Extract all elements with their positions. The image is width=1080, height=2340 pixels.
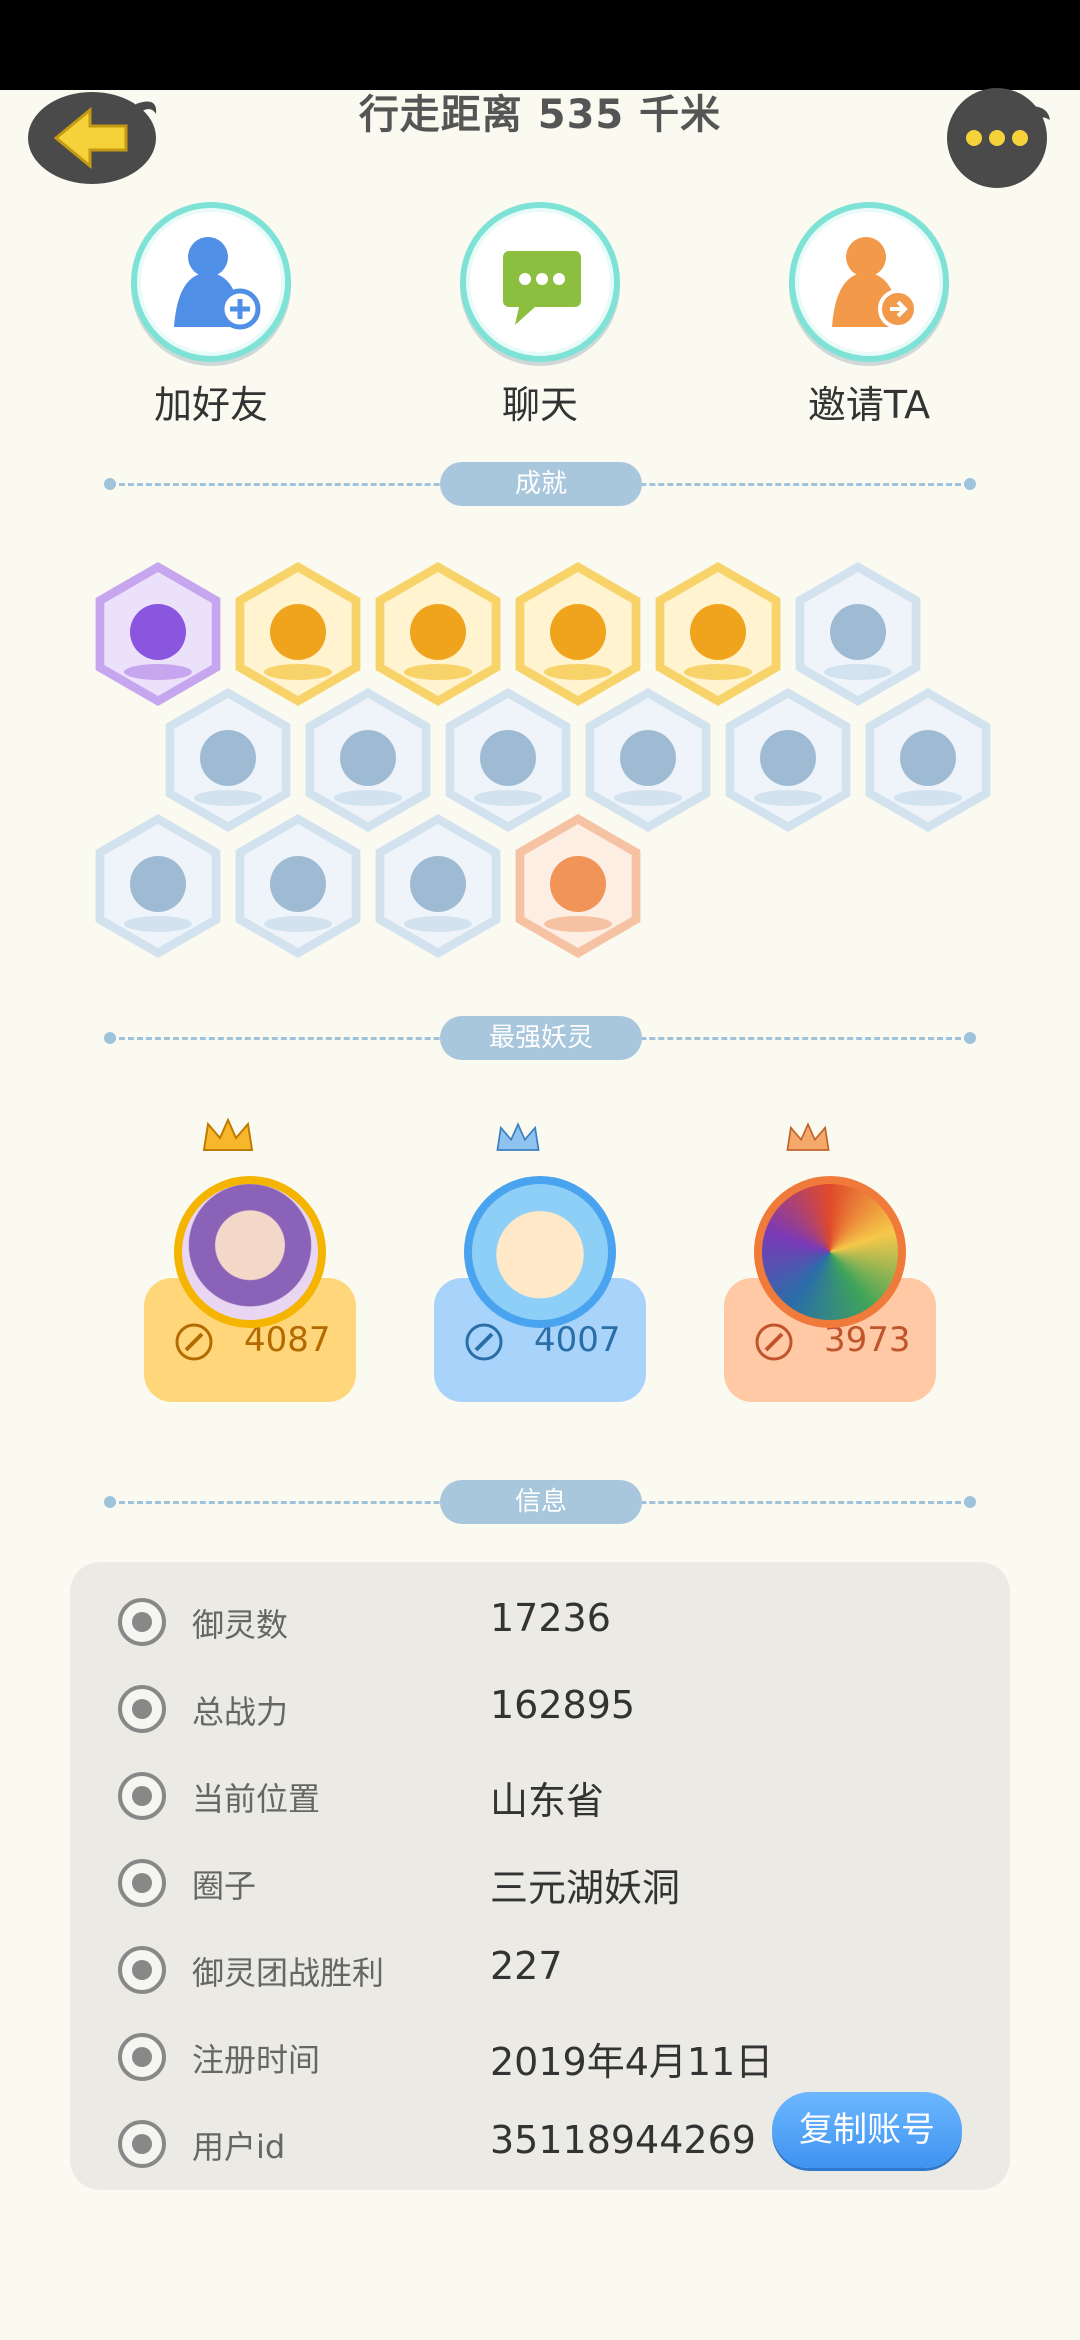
clock-icon [118, 2033, 166, 2081]
dragon-badge[interactable] [720, 686, 856, 834]
info-value: 162895 [490, 1683, 636, 1727]
info-row-circle: 圈子 三元湖妖洞 [70, 1837, 1010, 1925]
spirit-portrait-1 [174, 1176, 326, 1328]
info-key: 当前位置 [192, 1780, 321, 1818]
spirit-portrait-2 [464, 1176, 616, 1328]
info-key: 注册时间 [192, 2041, 321, 2079]
horned-spirit-badge[interactable] [90, 812, 226, 960]
add-friend-icon [174, 237, 261, 330]
crown-silver-icon [496, 1122, 540, 1151]
invite-button[interactable]: 邀请TA [784, 202, 954, 429]
chat-label: 聊天 [501, 383, 578, 427]
info-key: 总战力 [192, 1693, 289, 1731]
page-title: 行走距离 535 千米 [358, 92, 722, 138]
sword-icon [175, 1323, 213, 1361]
info-row-spirit-count: 御灵数 17236 [70, 1576, 1010, 1664]
info-value: 227 [490, 1944, 563, 1988]
info-title: 信息 [440, 1480, 642, 1524]
status-bar [0, 0, 1080, 90]
info-value: 山东省 [490, 1779, 605, 1823]
location-pin-icon [118, 1772, 166, 1820]
info-key: 御灵数 [192, 1606, 289, 1644]
info-key: 用户id [192, 2128, 286, 2166]
add-friend-label: 加好友 [153, 383, 268, 427]
copy-account-button[interactable]: 复制账号 [772, 2092, 962, 2168]
invite-label: 邀请TA [807, 383, 931, 427]
chat-icon [503, 251, 581, 325]
info-value: 2019年4月11日 [490, 2040, 774, 2084]
trophy-icon [118, 1946, 166, 1994]
spirit-portrait-3 [754, 1176, 906, 1328]
ghost-badge[interactable] [230, 812, 366, 960]
info-value: 35118944269 [490, 2118, 756, 2162]
sword-icon [755, 1323, 793, 1361]
crown-gold-icon [202, 1117, 254, 1151]
info-value: 17236 [490, 1596, 611, 1640]
achievements-title: 成就 [440, 462, 642, 506]
info-row-location: 当前位置 山东省 [70, 1750, 1010, 1838]
achievements-divider: 成就 [104, 462, 976, 506]
info-value[interactable]: 三元湖妖洞 [490, 1857, 680, 1912]
strongest-divider: 最强妖灵 [104, 1016, 976, 1060]
circle-group-icon [118, 1859, 166, 1907]
crown-bronze-icon [786, 1122, 830, 1151]
sword-icon [118, 1685, 166, 1733]
portal-badge[interactable] [860, 686, 996, 834]
strongest-title: 最强妖灵 [440, 1016, 642, 1060]
more-button[interactable] [940, 86, 1054, 190]
invite-icon [832, 237, 918, 329]
book-fox-badge[interactable] [370, 812, 506, 960]
info-row-register-time: 注册时间 2019年4月11日 [70, 2011, 1010, 2099]
info-divider: 信息 [104, 1480, 976, 1524]
info-row-team-wins: 御灵团战胜利 227 [70, 1924, 1010, 2012]
id-card-icon [118, 2120, 166, 2168]
info-key: 圈子 [192, 1867, 257, 1905]
info-panel: 御灵数 17236 总战力 162895 当前位置 山东省 圈子 三元湖妖洞 御… [70, 1562, 1010, 2190]
add-friend-button[interactable]: 加好友 [126, 202, 296, 429]
info-key: 御灵团战胜利 [192, 1954, 385, 1992]
sword-icon [465, 1323, 503, 1361]
cart-badge[interactable] [510, 812, 646, 960]
info-row-total-power: 总战力 162895 [70, 1663, 1010, 1751]
chat-button[interactable]: 聊天 [455, 202, 625, 429]
spirit-count-icon [118, 1598, 166, 1646]
back-button[interactable] [26, 86, 162, 186]
